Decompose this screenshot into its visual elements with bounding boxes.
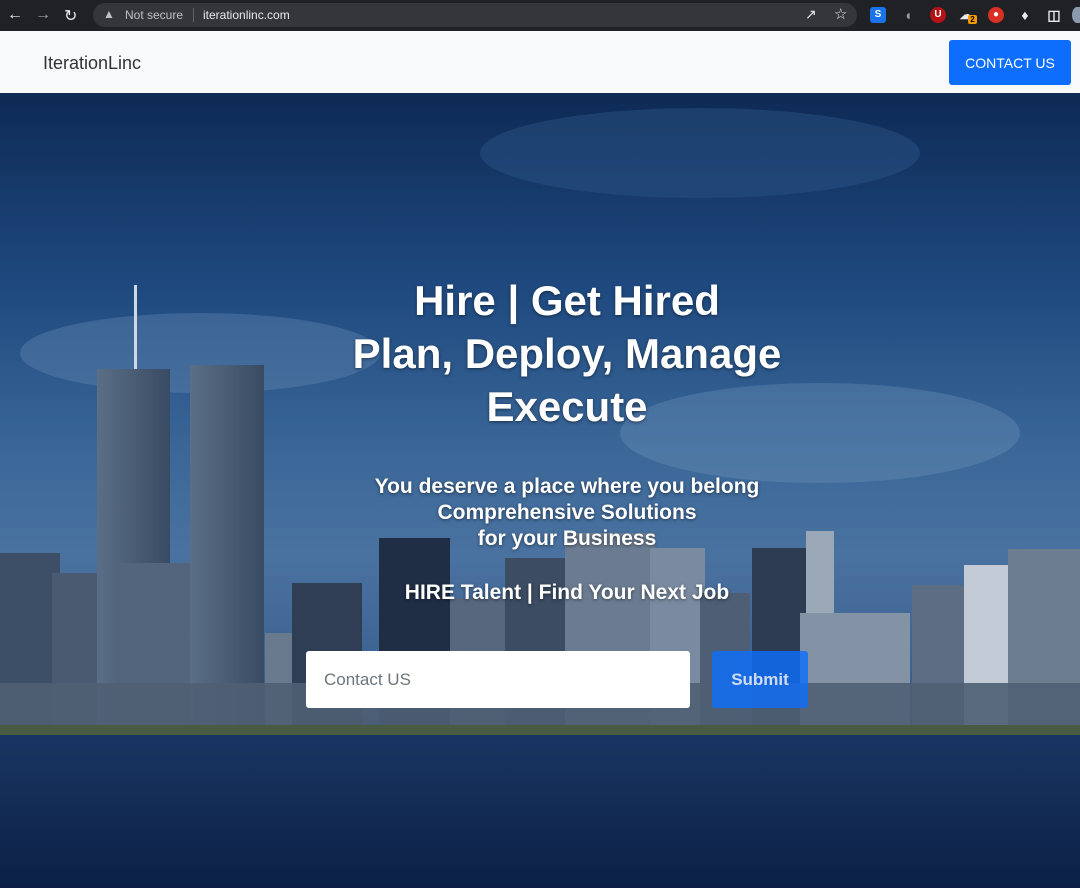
extensions-puzzle-icon[interactable]: ♦ [1017,7,1033,23]
submit-button[interactable]: Submit [712,651,808,708]
contact-input[interactable] [306,651,690,708]
url-text[interactable]: iterationlinc.com [203,8,290,22]
warning-icon[interactable]: ▲ [103,7,115,21]
hero-heading-line-3: Execute [486,383,648,430]
security-label[interactable]: Not secure [125,8,183,22]
hero-subheading-line-3: for your Business [477,527,657,550]
profile-avatar[interactable] [1072,7,1080,23]
ublock-icon[interactable]: U [930,7,946,23]
site-navbar: IterationLinc CONTACT US [0,31,1080,93]
extension-s-icon[interactable]: S [870,7,886,23]
forward-arrow-icon[interactable]: → [35,6,51,24]
browser-toolbar: ← → ↻ ▲ Not secure iterationlinc.com ↗ ☆… [0,0,1080,31]
side-panel-icon[interactable]: ◫ [1046,7,1062,23]
address-separator [193,8,194,22]
back-arrow-icon[interactable]: ← [7,6,23,24]
address-bar[interactable]: ▲ Not secure iterationlinc.com ↗ ☆ [93,3,857,27]
extension-cloud-icon[interactable]: ☁ 2 [958,7,977,24]
bookmark-star-icon[interactable]: ☆ [834,5,847,23]
contact-us-button[interactable]: CONTACT US [949,40,1071,85]
extension-badge: 2 [968,15,977,24]
reload-icon[interactable]: ↻ [64,6,77,26]
hero-section: Hire | Get Hired Plan, Deploy, Manage Ex… [0,93,1080,888]
hero-subheading-line-1: You deserve a place where you belong [374,475,760,498]
hero-heading-line-2: Plan, Deploy, Manage [352,330,782,377]
share-icon[interactable]: ↗ [805,6,817,23]
hero-subheading-line-2: Comprehensive Solutions [437,501,697,524]
brand-logo-text[interactable]: IterationLinc [43,53,141,74]
hero-heading-line-1: Hire | Get Hired [414,277,720,324]
hero-tagline: HIRE Talent | Find Your Next Job [404,581,730,604]
extension-red-icon[interactable]: ● [988,7,1004,23]
extension-arc-icon[interactable]: ◖ [900,7,916,23]
